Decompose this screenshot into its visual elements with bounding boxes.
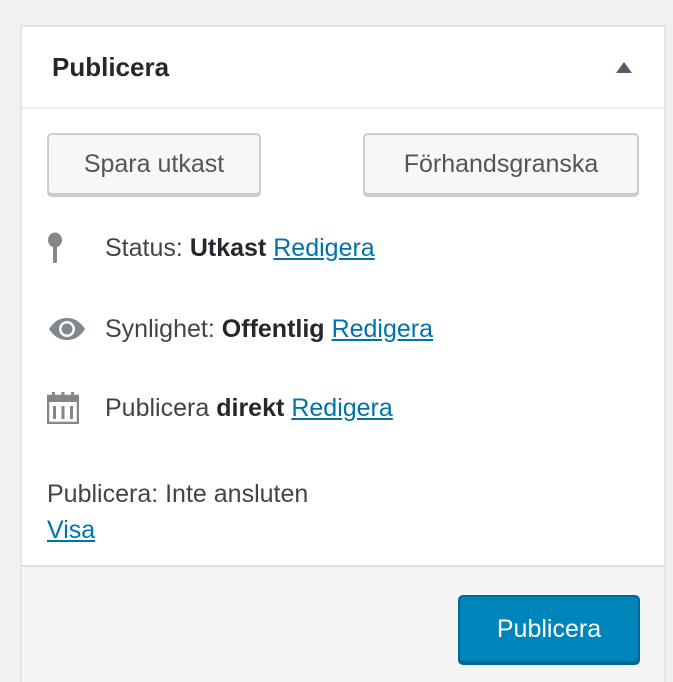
calendar-icon: [47, 390, 91, 426]
panel-title: Publicera: [52, 51, 170, 82]
schedule-row: Publicera direkt Redigera: [47, 390, 639, 426]
edit-schedule-link[interactable]: Redigera: [291, 394, 392, 423]
edit-status-link[interactable]: Redigera: [273, 234, 374, 263]
visibility-value: Offentlig: [221, 314, 325, 343]
action-buttons-row: Spara utkast Förhandsgranska: [47, 133, 639, 195]
visibility-row: Synlighet: Offentlig Redigera: [47, 311, 639, 347]
revision-text: Publicera: Inte ansluten: [47, 480, 309, 508]
edit-visibility-link[interactable]: Redigera: [332, 315, 433, 344]
pin-icon: [47, 230, 91, 266]
publish-button[interactable]: Publicera: [458, 595, 640, 663]
publish-panel: Publicera Spara utkast Förhandsgranska S…: [20, 25, 666, 682]
panel-footer: Publicera: [22, 565, 664, 682]
status-row: Status: Utkast Redigera: [47, 230, 639, 266]
status-label: Status:: [105, 233, 183, 262]
view-link[interactable]: Visa: [47, 516, 95, 544]
visibility-label: Synlighet:: [105, 314, 215, 343]
panel-header[interactable]: Publicera: [22, 27, 664, 109]
save-draft-button[interactable]: Spara utkast: [47, 133, 261, 195]
revision-block: Publicera: Inte ansluten Visa: [47, 476, 639, 548]
status-value: Utkast: [189, 233, 267, 262]
triangle-up-icon[interactable]: [616, 61, 632, 73]
schedule-label: Publicera: [105, 393, 210, 422]
eye-icon: [47, 311, 91, 347]
preview-button[interactable]: Förhandsgranska: [363, 133, 639, 195]
panel-body: Spara utkast Förhandsgranska Status: Utk…: [22, 109, 664, 565]
schedule-value: direkt: [216, 393, 285, 422]
